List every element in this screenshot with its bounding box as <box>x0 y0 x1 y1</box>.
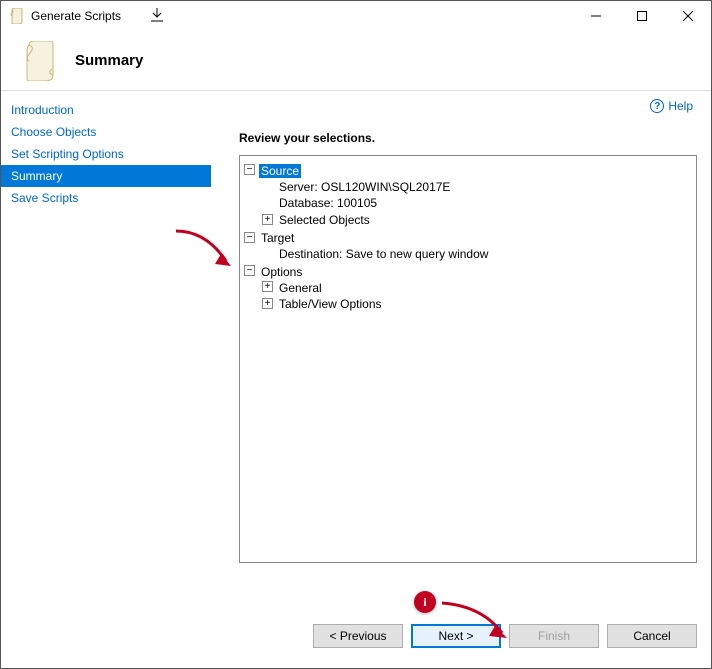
tree-label-server: Server: OSL120WIN\SQL2017E <box>277 180 452 194</box>
cancel-button[interactable]: Cancel <box>607 624 697 648</box>
window-title: Generate Scripts <box>31 9 121 23</box>
titlebar: Generate Scripts <box>1 1 711 31</box>
wizard-nav: Introduction Choose Objects Set Scriptin… <box>1 91 211 668</box>
app-icon <box>9 8 25 24</box>
page-title: Summary <box>75 52 143 69</box>
next-button[interactable]: Next > <box>411 624 501 648</box>
collapse-icon[interactable]: − <box>244 164 255 175</box>
wizard-footer: < Previous Next > Finish Cancel <box>219 606 697 660</box>
wizard-header: Summary <box>1 31 711 91</box>
cursor-icon <box>151 8 163 25</box>
tree-label-tableview: Table/View Options <box>277 297 384 311</box>
nav-introduction[interactable]: Introduction <box>1 99 211 121</box>
expand-icon[interactable]: + <box>262 214 273 225</box>
wizard-window: Generate Scripts Summary Introducti <box>0 0 712 669</box>
help-label: Help <box>668 99 693 113</box>
tree-node-general[interactable]: + General <box>262 279 692 296</box>
nav-save-scripts[interactable]: Save Scripts <box>1 187 211 209</box>
tree-node-selected-objects[interactable]: + Selected Objects <box>262 211 692 228</box>
nav-choose-objects[interactable]: Choose Objects <box>1 121 211 143</box>
tree-node-tableview[interactable]: + Table/View Options <box>262 296 692 313</box>
tree-node-target[interactable]: −Target Destination: Save to new query w… <box>244 229 692 263</box>
scroll-icon <box>21 41 57 81</box>
tree-node-destination[interactable]: Destination: Save to new query window <box>262 245 692 262</box>
previous-button[interactable]: < Previous <box>313 624 403 648</box>
tree-label-source[interactable]: Source <box>259 164 301 178</box>
wizard-content: ? Help Review your selections. −Source S… <box>211 91 711 668</box>
tree-node-options[interactable]: −Options + General + Table/View Options <box>244 263 692 313</box>
tree-label-database: Database: 100105 <box>277 196 379 210</box>
tree-label-destination: Destination: Save to new query window <box>277 247 490 261</box>
tree-node-server[interactable]: Server: OSL120WIN\SQL2017E <box>262 178 692 195</box>
nav-summary[interactable]: Summary <box>1 165 211 187</box>
finish-button: Finish <box>509 624 599 648</box>
expand-icon[interactable]: + <box>262 281 273 292</box>
tree-node-database[interactable]: Database: 100105 <box>262 195 692 212</box>
minimize-button[interactable] <box>573 1 619 31</box>
collapse-icon[interactable]: − <box>244 265 255 276</box>
tree-label-target: Target <box>259 231 296 245</box>
tree-node-source[interactable]: −Source Server: OSL120WIN\SQL2017E Datab… <box>244 162 692 229</box>
tree-label-options: Options <box>259 265 304 279</box>
summary-tree[interactable]: −Source Server: OSL120WIN\SQL2017E Datab… <box>239 155 697 563</box>
help-link[interactable]: ? Help <box>650 99 693 113</box>
expand-icon[interactable]: + <box>262 298 273 309</box>
maximize-button[interactable] <box>619 1 665 31</box>
content-subtitle: Review your selections. <box>239 131 697 145</box>
collapse-icon[interactable]: − <box>244 232 255 243</box>
wizard-body: Introduction Choose Objects Set Scriptin… <box>1 91 711 668</box>
tree-label-general: General <box>277 281 324 295</box>
nav-set-scripting-options[interactable]: Set Scripting Options <box>1 143 211 165</box>
tree-label-selected-objects: Selected Objects <box>277 213 372 227</box>
close-button[interactable] <box>665 1 711 31</box>
help-icon: ? <box>650 99 664 113</box>
